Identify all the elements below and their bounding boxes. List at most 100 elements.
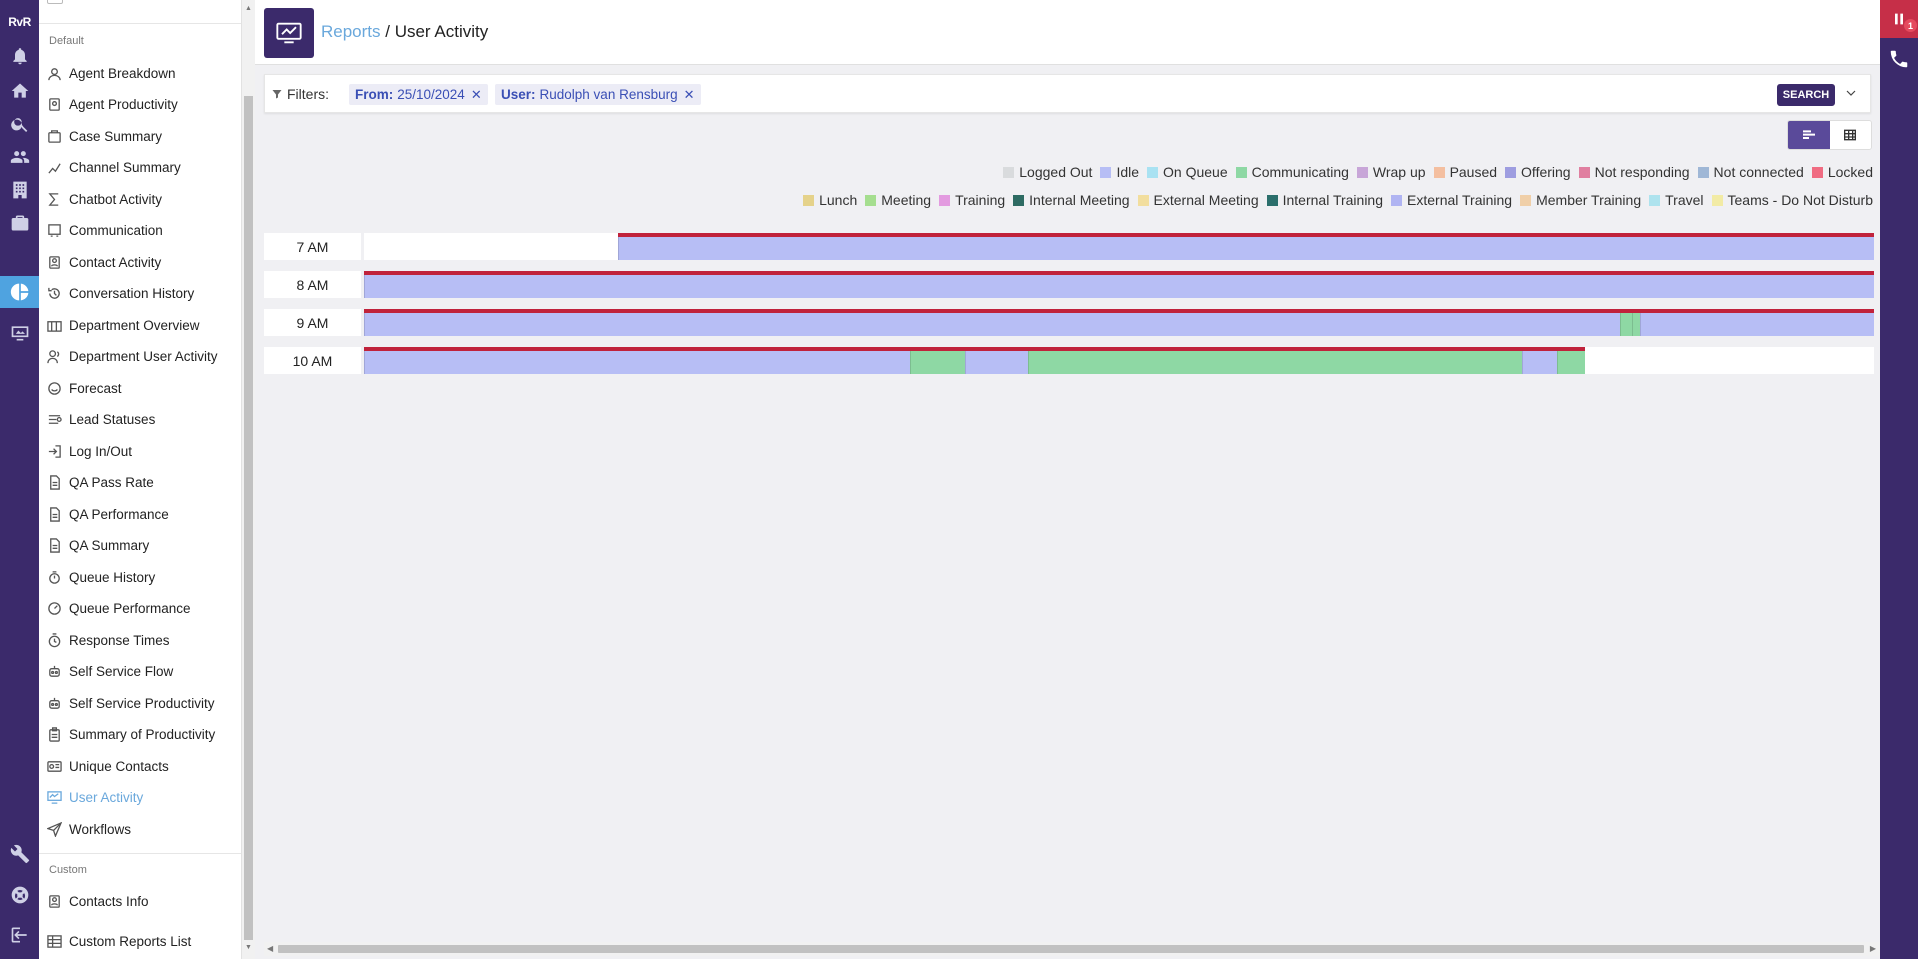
legend-item-paused: Paused bbox=[1433, 164, 1497, 180]
menu-item-chatbot-activity[interactable]: Chatbot Activity bbox=[47, 187, 239, 211]
menu-item-qa-pass-rate[interactable]: QA Pass Rate bbox=[47, 471, 239, 495]
menu-item-label: Queue Performance bbox=[69, 601, 191, 616]
remove-chip-icon[interactable]: ✕ bbox=[471, 87, 482, 103]
home-icon[interactable] bbox=[0, 75, 39, 107]
menu-scrollbar[interactable]: ▲ ▼ bbox=[242, 0, 255, 959]
history-icon bbox=[47, 286, 62, 301]
legend-label: Communicating bbox=[1251, 164, 1349, 180]
menu-item-agent-productivity[interactable]: Agent Productivity bbox=[47, 93, 239, 117]
filter-chip-from[interactable]: From: 25/10/2024 ✕ bbox=[349, 84, 488, 105]
activity-segment-idle[interactable] bbox=[364, 271, 1874, 298]
horizontal-scrollbar[interactable]: ◀ ▶ bbox=[264, 942, 1880, 956]
timeline-view-button[interactable] bbox=[1788, 121, 1830, 149]
search-icon[interactable] bbox=[0, 108, 39, 140]
bell-icon[interactable] bbox=[0, 40, 39, 72]
activity-segment-idle[interactable] bbox=[618, 233, 1874, 260]
menu-item-qa-summary[interactable]: QA Summary bbox=[47, 534, 239, 558]
wrench-icon[interactable] bbox=[0, 838, 39, 870]
remove-chip-icon[interactable]: ✕ bbox=[684, 87, 695, 103]
people-icon[interactable] bbox=[0, 141, 39, 173]
legend-swatch bbox=[939, 194, 951, 206]
queue-icon bbox=[47, 570, 62, 585]
grid-view-button[interactable] bbox=[1829, 121, 1871, 149]
menu-item-communication[interactable]: Communication bbox=[47, 219, 239, 243]
menu-item-workflows[interactable]: Workflows bbox=[46, 817, 239, 841]
left-rail: RvR bbox=[0, 0, 39, 959]
legend-swatch bbox=[1137, 194, 1149, 206]
activity-segment-idle[interactable] bbox=[1639, 309, 1874, 336]
menu-item-forecast[interactable]: Forecast bbox=[47, 376, 239, 400]
activity-segment-communicating[interactable] bbox=[1632, 309, 1640, 336]
menu-item-log-in-out[interactable]: Log In/Out bbox=[47, 439, 239, 463]
menu-item-label: Queue History bbox=[69, 569, 156, 585]
briefcase-icon[interactable] bbox=[0, 207, 39, 239]
chevron-down-icon[interactable] bbox=[1843, 85, 1859, 101]
menu-item-user-activity[interactable]: User Activity bbox=[47, 786, 239, 810]
contact-icon bbox=[47, 255, 62, 270]
filter-chip-user[interactable]: User: Rudolph van Rensburg ✕ bbox=[495, 84, 701, 105]
breadcrumb-reports-link[interactable]: Reports bbox=[321, 22, 381, 41]
menu-item-qa-performance[interactable]: QA Performance bbox=[47, 502, 239, 526]
activity-segment-communicating[interactable] bbox=[910, 347, 966, 374]
menu-item-contact-activity[interactable]: Contact Activity bbox=[47, 250, 239, 274]
menu-item-self-service-productivity[interactable]: Self Service Productivity bbox=[47, 691, 239, 715]
activity-segment-idle[interactable] bbox=[965, 347, 1029, 374]
user-activity-report-icon bbox=[264, 8, 314, 58]
legend-item-not-connected: Not connected bbox=[1697, 164, 1804, 180]
legend-swatch bbox=[1356, 166, 1368, 178]
pie-chart-icon[interactable] bbox=[0, 276, 39, 308]
menu-item-agent-breakdown[interactable]: Agent Breakdown bbox=[47, 61, 239, 85]
menu-item-conversation-history[interactable]: Conversation History bbox=[47, 282, 239, 306]
activity-segment-communicating[interactable] bbox=[1619, 309, 1633, 336]
menu-item-label: Agent Productivity bbox=[69, 97, 178, 112]
activity-segment-idle[interactable] bbox=[364, 347, 911, 374]
legend-swatch bbox=[1505, 166, 1517, 178]
legend-label: Logged Out bbox=[1019, 164, 1093, 180]
menu-item-self-service-flow[interactable]: Self Service Flow bbox=[47, 660, 239, 684]
menu-item-case-summary[interactable]: Case Summary bbox=[47, 124, 239, 148]
menu-item-label: QA Pass Rate bbox=[69, 475, 154, 490]
users-icon bbox=[47, 349, 62, 364]
menu-item-contacts-info[interactable]: Contacts Info bbox=[47, 889, 239, 913]
hour-label: 8 AM bbox=[264, 271, 361, 298]
legend-label: Member Training bbox=[1536, 192, 1642, 208]
hour-track bbox=[364, 347, 1874, 374]
lead-icon bbox=[47, 412, 62, 427]
scroll-up-arrow[interactable]: ▲ bbox=[245, 5, 252, 12]
menu-top-checkbox[interactable] bbox=[47, 0, 63, 4]
menu-item-queue-history[interactable]: Queue History bbox=[47, 565, 239, 589]
scroll-right-arrow[interactable]: ▶ bbox=[1870, 944, 1876, 953]
menu-item-summary-of-productivity[interactable]: Summary of Productivity bbox=[47, 723, 239, 747]
menu-item-response-times[interactable]: Response Times bbox=[47, 628, 239, 652]
grid-view-icon bbox=[1844, 129, 1857, 141]
support-icon[interactable] bbox=[0, 879, 39, 911]
activity-segment-communicating[interactable] bbox=[1556, 347, 1585, 374]
menu-item-department-overview[interactable]: Department Overview bbox=[47, 313, 239, 337]
divider bbox=[39, 23, 241, 24]
scroll-left-arrow[interactable]: ◀ bbox=[267, 944, 273, 953]
scroll-thumb[interactable] bbox=[244, 96, 253, 940]
legend-item-external-training: External Training bbox=[1391, 192, 1512, 208]
activity-segment-idle[interactable] bbox=[364, 309, 1620, 336]
menu-item-custom-reports-list[interactable]: Custom Reports List bbox=[47, 929, 239, 953]
menu-item-channel-summary[interactable]: Channel Summary bbox=[47, 156, 239, 180]
app-logo[interactable]: RvR bbox=[0, 0, 39, 29]
menu-item-queue-performance[interactable]: Queue Performance bbox=[47, 597, 239, 621]
notification-badge: 1 bbox=[1904, 19, 1917, 32]
menu-item-unique-contacts[interactable]: Unique Contacts bbox=[47, 754, 239, 778]
legend-item-member-training: Member Training bbox=[1520, 192, 1641, 208]
phone-icon[interactable] bbox=[1880, 44, 1918, 74]
activity-segment-communicating[interactable] bbox=[1028, 347, 1522, 374]
monitor-icon[interactable] bbox=[0, 317, 39, 349]
legend-swatch bbox=[1100, 166, 1112, 178]
activity-segment-idle[interactable] bbox=[1521, 347, 1557, 374]
divider bbox=[39, 853, 241, 854]
scroll-down-arrow[interactable]: ▼ bbox=[245, 944, 252, 951]
building-icon[interactable] bbox=[0, 174, 39, 206]
scroll-thumb[interactable] bbox=[278, 945, 1864, 953]
legend-label: Internal Meeting bbox=[1029, 192, 1130, 208]
logout-icon[interactable] bbox=[0, 919, 39, 951]
search-button[interactable]: SEARCH bbox=[1777, 84, 1835, 106]
menu-item-department-user-activity[interactable]: Department User Activity bbox=[47, 345, 239, 369]
menu-item-lead-statuses[interactable]: Lead Statuses bbox=[47, 408, 239, 432]
